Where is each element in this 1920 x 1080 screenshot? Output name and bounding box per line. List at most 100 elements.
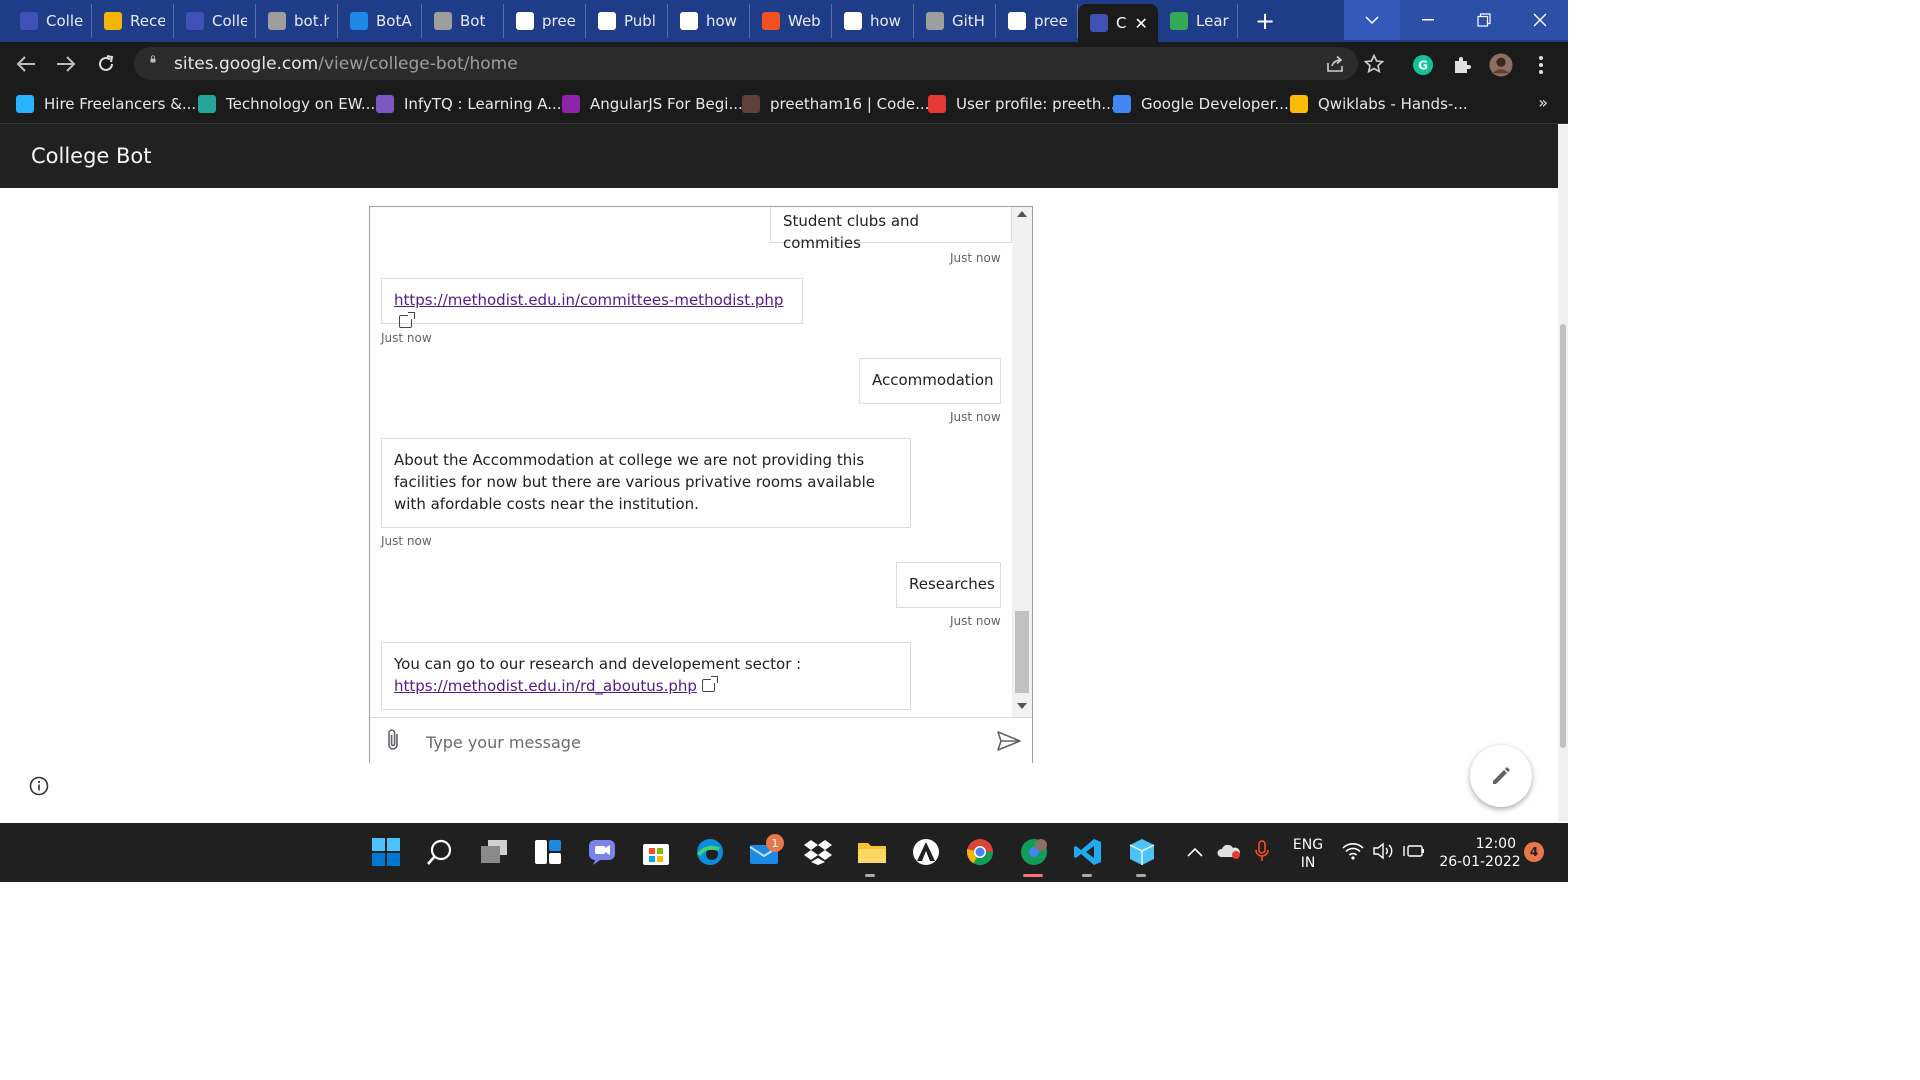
reload-button[interactable] bbox=[92, 50, 120, 78]
tab-title: GitH bbox=[952, 12, 985, 30]
widgets-button[interactable] bbox=[532, 836, 564, 868]
close-tab-icon[interactable]: ✕ bbox=[1134, 14, 1147, 33]
bookmark-item[interactable]: Hire Freelancers &... bbox=[16, 94, 196, 114]
browser-tab[interactable]: BotA bbox=[338, 4, 422, 38]
start-button[interactable] bbox=[370, 836, 402, 868]
browser-tab[interactable]: Rece bbox=[92, 4, 174, 38]
google-drive-icon bbox=[104, 12, 122, 30]
address-bar[interactable]: sites.google.com/view/college-bot/home bbox=[134, 47, 1384, 80]
bookmark-item[interactable]: AngularJS For Begi... bbox=[562, 94, 743, 114]
chat-scrollbar-thumb[interactable] bbox=[1015, 611, 1029, 693]
browser-tab[interactable]: Web bbox=[750, 4, 832, 38]
paperclip-icon[interactable] bbox=[384, 728, 404, 752]
bookmark-label: AngularJS For Begi... bbox=[590, 95, 743, 113]
browser-tab[interactable]: bot.h bbox=[256, 4, 338, 38]
network-status[interactable] bbox=[1342, 842, 1364, 864]
close-window-button[interactable] bbox=[1512, 0, 1568, 40]
tab-search-button[interactable] bbox=[1344, 0, 1400, 40]
file-explorer-button[interactable] bbox=[856, 836, 888, 868]
reload-icon bbox=[99, 55, 114, 71]
browser-tab[interactable]: how bbox=[832, 4, 914, 38]
language-code: ENG bbox=[1292, 837, 1324, 853]
bookmark-item[interactable]: InfyTQ : Learning A... bbox=[376, 94, 562, 114]
bookmark-item[interactable]: Google Developer... bbox=[1113, 94, 1289, 114]
show-hidden-icons-button[interactable] bbox=[1186, 843, 1204, 862]
site-title[interactable]: College Bot bbox=[31, 144, 152, 168]
tab-title: BotA bbox=[376, 12, 412, 30]
profile-avatar-button[interactable] bbox=[1489, 53, 1513, 77]
bot-message: You can go to our research and developem… bbox=[381, 642, 911, 710]
chat-scrollbar[interactable] bbox=[1012, 207, 1032, 717]
message-link[interactable]: https://methodist.edu.in/rd_aboutus.php bbox=[394, 677, 697, 695]
browser-tab[interactable]: Colle bbox=[174, 4, 256, 38]
bookmark-star-button[interactable] bbox=[1363, 53, 1385, 75]
send-icon[interactable] bbox=[996, 730, 1022, 752]
chrome-profile-button[interactable] bbox=[1018, 836, 1050, 868]
browser-menu-button[interactable] bbox=[1529, 53, 1553, 77]
page-scrollbar-thumb[interactable] bbox=[1560, 324, 1566, 748]
browser-tab[interactable]: how bbox=[668, 4, 750, 38]
forward-button[interactable] bbox=[52, 50, 80, 78]
language-indicator[interactable]: ENG IN bbox=[1288, 836, 1328, 872]
sandbox-button[interactable] bbox=[1126, 836, 1158, 868]
bot-message: https://methodist.edu.in/committees-meth… bbox=[381, 278, 803, 328]
message-timestamp: Just now bbox=[950, 410, 1001, 424]
browser-tab[interactable]: C ✕ bbox=[1078, 4, 1158, 42]
new-tab-button[interactable]: + bbox=[1248, 4, 1282, 38]
microphone-icon bbox=[1255, 840, 1269, 861]
bookmarks-overflow-button[interactable]: » bbox=[1538, 93, 1548, 112]
edit-fab-button[interactable] bbox=[1470, 745, 1532, 807]
microsoft-store-button[interactable] bbox=[640, 836, 672, 868]
browser-tab[interactable]: GitH bbox=[914, 4, 996, 38]
clock[interactable]: 12:00 26-01-2022 bbox=[1432, 835, 1528, 871]
volume-status[interactable] bbox=[1372, 842, 1394, 864]
vscode-button[interactable] bbox=[1072, 836, 1104, 868]
task-view-button[interactable] bbox=[478, 836, 510, 868]
onedrive-status[interactable] bbox=[1216, 842, 1242, 864]
infytq-icon bbox=[376, 95, 394, 113]
browser-tab[interactable]: Publ bbox=[586, 4, 668, 38]
dropbox-button[interactable] bbox=[802, 836, 834, 868]
microphone-status[interactable] bbox=[1254, 840, 1270, 866]
message-input[interactable] bbox=[424, 728, 988, 756]
share-icon bbox=[1327, 55, 1343, 72]
back-button[interactable] bbox=[12, 50, 40, 78]
teams-chat-button[interactable] bbox=[586, 836, 618, 868]
browser-tab[interactable]: Bot bbox=[422, 4, 504, 38]
edge-button[interactable] bbox=[694, 836, 726, 868]
bookmark-item[interactable]: preetham16 | Code... bbox=[742, 94, 929, 114]
extensions-button[interactable] bbox=[1450, 53, 1474, 77]
chevron-down-icon bbox=[1365, 16, 1379, 25]
search-button[interactable] bbox=[424, 836, 456, 868]
grammarly-extension-button[interactable]: G bbox=[1411, 53, 1435, 77]
bookmark-item[interactable]: Qwiklabs - Hands-... bbox=[1290, 94, 1468, 114]
info-icon[interactable] bbox=[29, 776, 49, 796]
scroll-down-arrow-icon[interactable] bbox=[1017, 703, 1027, 709]
restore-button[interactable] bbox=[1456, 0, 1512, 40]
widgets-icon bbox=[535, 840, 561, 864]
mail-unread-badge: 1 bbox=[766, 834, 784, 852]
app-button[interactable] bbox=[910, 836, 942, 868]
browser-tab[interactable]: Colle bbox=[8, 4, 92, 38]
bookmark-item[interactable]: User profile: preeth... bbox=[928, 94, 1116, 114]
browser-tab[interactable]: pree bbox=[504, 4, 586, 38]
hackerearth-icon bbox=[928, 95, 946, 113]
chrome-button[interactable] bbox=[964, 836, 996, 868]
google-sites-icon bbox=[186, 12, 204, 30]
scroll-up-arrow-icon[interactable] bbox=[1017, 211, 1027, 217]
notification-badge[interactable]: 4 bbox=[1524, 842, 1544, 862]
message-link[interactable]: https://methodist.edu.in/committees-meth… bbox=[394, 291, 783, 309]
tab-title: C bbox=[1116, 14, 1127, 32]
battery-status[interactable] bbox=[1403, 842, 1425, 864]
share-button[interactable] bbox=[1324, 53, 1346, 75]
minimize-button[interactable] bbox=[1400, 0, 1456, 40]
page-scrollbar[interactable] bbox=[1558, 124, 1568, 822]
browser-tab[interactable]: Learn bbox=[1158, 4, 1238, 38]
region-code: IN bbox=[1300, 855, 1316, 871]
store-icon bbox=[643, 844, 669, 865]
site-header: College Bot bbox=[0, 124, 1558, 188]
globe-icon bbox=[268, 12, 286, 30]
browser-tab[interactable]: pree bbox=[996, 4, 1078, 38]
bookmark-item[interactable]: Technology on EW... bbox=[198, 94, 375, 114]
bookmark-label: Google Developer... bbox=[1141, 95, 1289, 113]
